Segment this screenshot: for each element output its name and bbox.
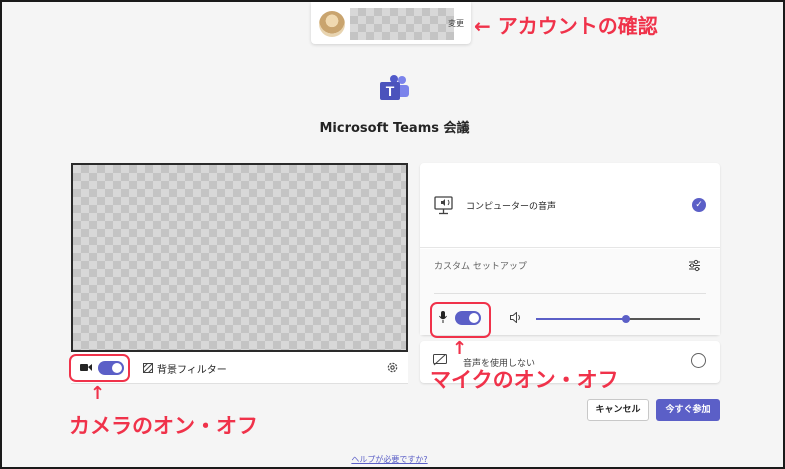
- microphone-arrow: ↑: [452, 338, 468, 359]
- speaker-volume-slider[interactable]: [536, 315, 700, 323]
- cancel-button[interactable]: キャンセル: [587, 399, 649, 421]
- account-annotation: ← アカウントの確認: [474, 14, 658, 38]
- computer-audio-label: コンピューターの音声: [466, 202, 557, 212]
- account-card[interactable]: [311, 2, 471, 44]
- avatar: [319, 11, 345, 37]
- video-preview: [71, 163, 408, 352]
- help-link[interactable]: ヘルプが必要ですか?: [2, 454, 777, 465]
- camera-arrow: ↑: [90, 383, 106, 404]
- background-filter-icon: [143, 363, 153, 373]
- account-name-redacted: [350, 8, 454, 40]
- device-settings-icon[interactable]: [688, 259, 701, 272]
- volume-thumb[interactable]: [622, 315, 631, 323]
- camera-toggle-highlight: [69, 354, 130, 382]
- speaker-icon: [510, 312, 520, 323]
- camera-annotation: カメラのオン・オフ: [69, 414, 258, 438]
- change-account-link[interactable]: 変更: [448, 18, 464, 29]
- teams-logo-icon: T: [380, 75, 409, 100]
- divider: [434, 293, 706, 294]
- no-audio-radio[interactable]: [691, 353, 706, 368]
- screenshot-frame: 変更 ← アカウントの確認 T Microsoft Teams 会議 背景フィル…: [0, 0, 785, 469]
- custom-setup-label: カスタム セットアップ: [434, 262, 527, 272]
- join-now-button[interactable]: 今すぐ参加: [656, 399, 720, 421]
- background-filter-button[interactable]: 背景フィルター: [157, 361, 227, 376]
- microphone-annotation: マイクのオン・オフ: [430, 368, 619, 392]
- computer-audio-icon: [434, 196, 453, 215]
- svg-text:T: T: [386, 83, 395, 99]
- volume-fill: [536, 318, 627, 320]
- check-icon: ✓: [692, 198, 706, 212]
- gear-icon[interactable]: [386, 361, 399, 374]
- microphone-toggle-highlight: [430, 302, 491, 338]
- computer-audio-option[interactable]: コンピューターの音声 ✓: [420, 163, 720, 248]
- meeting-title: Microsoft Teams 会議: [319, 121, 470, 136]
